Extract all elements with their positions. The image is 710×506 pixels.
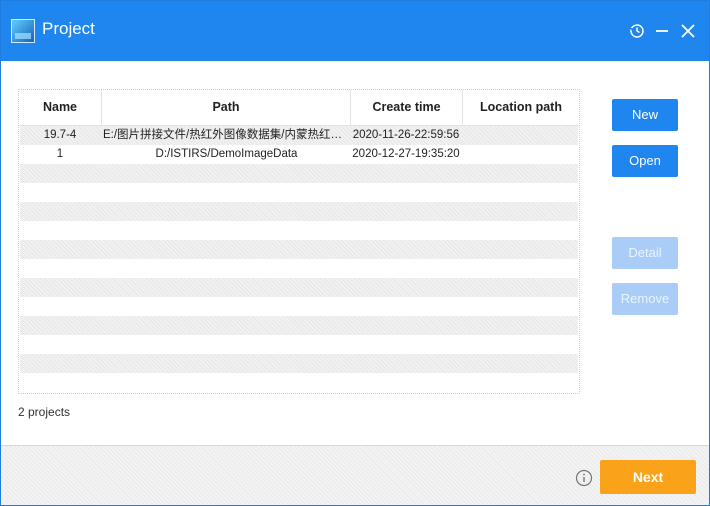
cell-create-time: 2020-11-26-22:59:56 <box>352 129 460 141</box>
column-header-create-time[interactable]: Create time <box>350 90 462 125</box>
row-stripe <box>20 202 578 221</box>
table-row[interactable]: 19.7-4 E:/图片拼接文件/热红外图像数据集/内蒙热红外... 2020-… <box>19 126 579 145</box>
project-count: 2 projects <box>18 405 71 419</box>
app-logo-icon <box>11 19 35 43</box>
table-row[interactable]: 1 D:/ISTIRS/DemoImageData 2020-12-27-19:… <box>19 145 579 164</box>
footer-bar: Next <box>1 445 709 505</box>
row-stripe <box>20 164 578 183</box>
info-icon[interactable] <box>575 469 593 487</box>
project-dialog: Project Name Path Create time Location p… <box>0 0 710 506</box>
column-header-location-path[interactable]: Location path <box>462 90 579 125</box>
row-stripe <box>20 240 578 259</box>
project-table: Name Path Create time Location path 19.7… <box>18 89 580 394</box>
close-icon[interactable] <box>678 21 698 41</box>
row-stripe <box>20 278 578 297</box>
column-header-path[interactable]: Path <box>101 90 350 125</box>
cell-create-time: 2020-12-27-19:35:20 <box>352 148 460 160</box>
remove-button[interactable]: Remove <box>612 283 678 315</box>
row-stripe <box>20 354 578 373</box>
table-header: Name Path Create time Location path <box>19 90 579 126</box>
cell-name: 1 <box>56 148 64 160</box>
window-title: Project <box>42 19 95 38</box>
detail-button[interactable]: Detail <box>612 237 678 269</box>
next-button[interactable]: Next <box>600 460 696 494</box>
cell-path: D:/ISTIRS/DemoImageData <box>155 148 298 160</box>
history-icon[interactable] <box>627 21 647 41</box>
cell-location-path <box>462 126 579 145</box>
title-bar: Project <box>1 1 709 61</box>
column-header-name[interactable]: Name <box>19 90 101 125</box>
minimize-icon[interactable] <box>652 21 672 41</box>
cell-name: 19.7-4 <box>43 129 77 141</box>
new-button[interactable]: New <box>612 99 678 131</box>
cell-location-path <box>462 145 579 164</box>
open-button[interactable]: Open <box>612 145 678 177</box>
cell-path: E:/图片拼接文件/热红外图像数据集/内蒙热红外... <box>103 129 350 141</box>
row-stripe <box>20 316 578 335</box>
